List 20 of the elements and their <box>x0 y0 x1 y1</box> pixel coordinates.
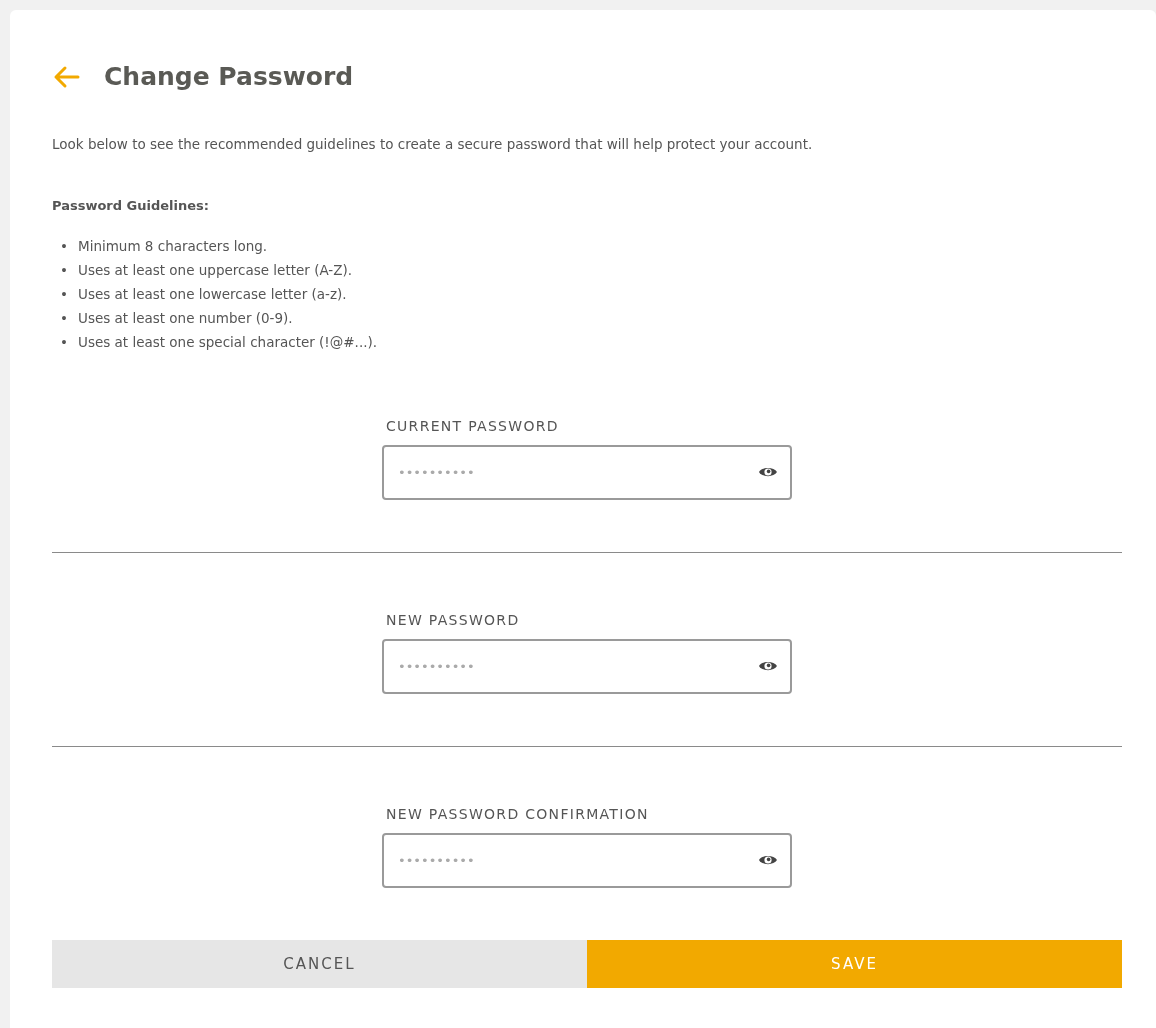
guideline-item: Uses at least one uppercase letter (A-Z). <box>78 260 352 280</box>
guideline-item: Uses at least one lowercase letter (a-z). <box>78 284 347 304</box>
bullet: • <box>60 236 69 256</box>
bullet: • <box>60 308 69 328</box>
guideline-item: Minimum 8 characters long. <box>78 236 268 256</box>
bullet: • <box>60 284 69 304</box>
guideline-item: Uses at least one special character (!@#...). <box>78 332 378 352</box>
cancel-button[interactable]: CANCEL <box>52 939 587 988</box>
page-title: Change Password <box>104 62 354 92</box>
bullet: • <box>60 332 69 352</box>
password-field[interactable]: •••••••••• <box>382 444 792 500</box>
field-label: NEW PASSWORD CONFIRMATION <box>386 804 649 824</box>
guidelines-heading: Password Guidelines: <box>52 197 211 216</box>
guideline-item: Uses at least one number (0-9). <box>78 308 293 328</box>
field-label: CURRENT PASSWORD <box>386 416 559 436</box>
intro-text: Look below to see the recommended guidelines to create a secure password that will help protect your account. <box>52 135 814 154</box>
field-label: NEW PASSWORD <box>386 610 520 630</box>
bullet: • <box>60 260 69 280</box>
password-field[interactable]: •••••••••• <box>382 638 792 694</box>
password-field[interactable]: •••••••••• <box>382 832 792 888</box>
